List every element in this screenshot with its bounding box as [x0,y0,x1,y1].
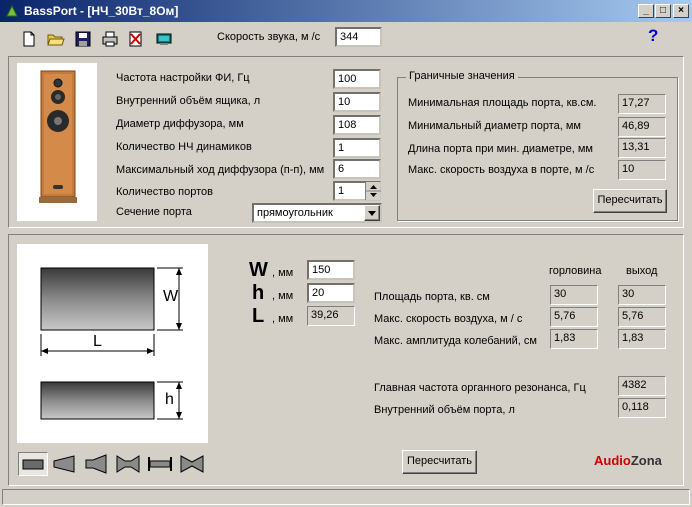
rectangle-port-icon [22,459,44,470]
port-count-stepper[interactable] [365,182,381,200]
sound-speed-label: Скорость звука, м /с [217,31,321,43]
air-speed-label: Макс. скорость воздуха, м / с [374,313,523,325]
box-volume-label: Внутренний объём ящика, л [116,95,261,107]
bowtie-port-icon [180,455,204,473]
air-speed-throat-value: 5,76 [550,307,598,327]
diagram-l-label: L [93,333,102,350]
min-diameter-value: 46,89 [618,117,666,137]
port-count-label: Количество портов [116,186,213,198]
driver-count-input[interactable]: 1 [333,138,381,158]
tuning-frequency-label: Частота настройки ФИ, Гц [116,72,250,84]
logo-audio-text: Audio [594,453,631,468]
organ-resonance-label: Главная частота органного резонанса, Гц [374,382,586,394]
port-volume-label: Внутренний объём порта, л [374,404,515,416]
column-exit-header: выход [626,265,658,277]
amplitude-throat-value: 1,83 [550,329,598,349]
min-area-value: 17,27 [618,94,666,114]
cone-diameter-label: Диаметр диффузора, мм [116,118,244,130]
cone-diameter-input[interactable]: 108 [333,115,381,135]
recalculate-port-button[interactable]: Пересчитать [402,450,477,474]
max-excursion-input[interactable]: 6 [333,159,381,179]
shape-horn-button[interactable] [81,452,111,476]
port-area-exit-value: 30 [618,285,666,305]
horn-port-icon [85,454,107,474]
organ-resonance-value: 4382 [618,376,666,396]
min-area-label: Минимальная площадь порта, кв.см. [408,97,597,109]
close-button[interactable]: × [673,4,689,18]
port-volume-value: 0,118 [618,398,666,418]
flanged-port-icon [148,457,172,471]
box-volume-input[interactable]: 10 [333,92,381,112]
dim-h-unit: , мм [272,290,294,302]
monitor-icon[interactable] [155,30,173,48]
help-icon[interactable]: ? [648,26,658,46]
speaker-icon [39,70,77,203]
port-area-label: Площадь порта, кв. см [374,291,490,303]
port-width-input[interactable]: 150 [307,260,355,280]
print-icon[interactable] [101,30,119,48]
diagram-w-label: W [163,288,179,305]
chevron-down-icon [368,211,376,216]
port-area-throat-value: 30 [550,285,598,305]
port-length-value: 13,31 [618,138,666,158]
port-height-input[interactable]: 20 [307,283,355,303]
shape-rectangle-button[interactable] [18,452,48,476]
port-section-select[interactable]: прямоугольник [252,203,382,223]
port-section-dropdown-button[interactable] [364,205,380,221]
save-disk-icon[interactable] [74,30,92,48]
shape-double-flared-button[interactable] [113,452,143,476]
column-throat-header: горловина [549,265,602,277]
dim-w-letter: W [249,259,268,281]
min-diameter-label: Минимальный диаметр порта, мм [408,120,581,132]
dim-l-unit: , мм [272,313,294,325]
diagram-h-label: h [165,391,174,408]
max-excursion-label: Максимальный ход диффузора (п-п), мм [116,164,325,176]
port-diagram: W L h [17,244,208,443]
max-air-speed-label: Макс. скорость воздуха в порте, м /с [408,164,595,176]
driver-count-label: Количество НЧ динамиков [116,141,252,153]
dim-l-letter: L [252,305,265,327]
amplitude-exit-value: 1,83 [618,329,666,349]
status-bar [2,489,690,505]
delete-icon[interactable] [127,30,145,48]
new-file-icon[interactable] [20,30,38,48]
port-section-label: Сечение порта [116,206,192,218]
shape-bowtie-button[interactable] [177,452,207,476]
open-folder-icon[interactable] [47,30,65,48]
minimize-button[interactable]: _ [638,4,654,18]
audiozona-logo: AudioZona [594,453,662,468]
max-air-speed-value: 10 [618,160,666,180]
oscillation-amplitude-label: Макс. амплитуда колебаний, см [374,335,537,347]
speaker-image [17,63,97,221]
maximize-button[interactable]: □ [655,4,671,18]
port-length-output: 39,26 [307,306,355,326]
sound-speed-input[interactable]: 344 [335,27,382,47]
stepper-arrows-icon [366,185,381,197]
flared-port-icon [53,455,75,473]
tuning-frequency-input[interactable]: 100 [333,69,381,89]
shape-flared-button[interactable] [49,452,79,476]
window-title: BassPort - [НЧ_30Вт_8Ом] [24,4,179,18]
dim-h-letter: h [252,282,265,304]
port-diagram-drawing [40,267,183,420]
air-speed-exit-value: 5,76 [618,307,666,327]
title-bar: BassPort - [НЧ_30Вт_8Ом] _ □ × [0,0,692,22]
logo-zona-text: Zona [630,453,662,468]
double-flared-port-icon [116,455,140,473]
shape-slot-flanged-button[interactable] [145,452,175,476]
limits-title: Граничные значения [406,70,518,82]
port-length-label: Длина порта при мин. диаметре, мм [408,143,593,155]
recalculate-limits-button[interactable]: Пересчитать [593,189,667,213]
app-icon [6,4,18,17]
dim-w-unit: , мм [272,267,294,279]
